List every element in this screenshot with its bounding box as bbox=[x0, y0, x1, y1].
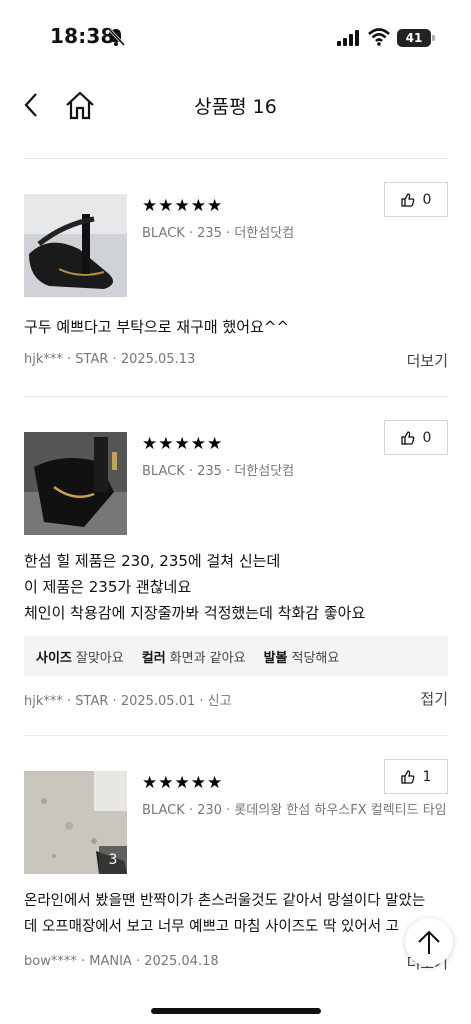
like-count: 0 bbox=[422, 191, 432, 208]
reviewer-grade: STAR bbox=[75, 694, 109, 709]
status-bar: 18:38 41 bbox=[0, 0, 471, 72]
thumbs-up-icon bbox=[400, 769, 414, 784]
page-title: 상품평 16 bbox=[194, 96, 277, 118]
like-button[interactable]: 1 bbox=[384, 759, 448, 794]
thumbs-up-icon bbox=[400, 192, 414, 207]
review-text-line: 이 제품은 235가 괜찮네요 bbox=[24, 578, 192, 596]
review-text-line: 데 오프매장에서 보고 너무 예쁘고 마침 사이즈도 딱 있어서 고 bbox=[24, 919, 399, 935]
review-text-line: 체인이 착용감에 지장줄까봐 걱정했는데 착화감 좋아요 bbox=[24, 604, 366, 622]
wifi-icon bbox=[368, 28, 390, 46]
review-item: 3 ★★★★★ BLACK · 230 · 롯데의왕 한섬 하우스FX 컬렉티드… bbox=[24, 759, 448, 981]
review-photo[interactable] bbox=[24, 194, 127, 297]
review-footer: hjk*** · STAR · 2025.05.01 · 신고 접기 bbox=[24, 690, 448, 709]
review-text: 구두 예쁘다고 부탁으로 재구매 했어요^^ bbox=[24, 314, 289, 340]
reviewer-id: hjk*** bbox=[24, 352, 63, 367]
review-text-line: 온라인에서 봤을땐 반짝이가 촌스러울것도 같아서 망설이다 말았는 bbox=[24, 893, 426, 909]
like-count: 0 bbox=[422, 429, 432, 446]
reviewer-grade: MANIA bbox=[89, 954, 132, 969]
header-divider bbox=[24, 158, 448, 159]
review-divider bbox=[24, 735, 448, 736]
review-date: 2025.05.13 bbox=[120, 352, 196, 367]
review-option: BLACK · 235 · 더한섬닷컴 bbox=[142, 464, 295, 479]
rating-stars: ★★★★★ bbox=[142, 434, 224, 454]
page-header: 상품평 16 bbox=[0, 72, 471, 138]
reviewer-id: bow**** bbox=[24, 954, 77, 969]
status-time: 18:38 bbox=[50, 24, 115, 48]
bell-muted-icon bbox=[107, 27, 126, 47]
like-count: 1 bbox=[422, 768, 432, 785]
review-date: 2025.05.01 bbox=[120, 694, 196, 709]
like-button[interactable]: 0 bbox=[384, 420, 448, 455]
tag-size: 사이즈 잘맞아요 bbox=[36, 650, 124, 666]
battery-indicator: 41 bbox=[397, 29, 435, 47]
review-text-line: 한섬 힐 제품은 230, 235에 걸쳐 신는데 bbox=[24, 552, 281, 570]
tag-width: 발볼 적당해요 bbox=[263, 650, 340, 666]
home-indicator bbox=[151, 1008, 321, 1014]
review-option: BLACK · 230 · 롯데의왕 한섬 하우스FX 컬렉티드 타임 bbox=[142, 803, 447, 818]
scroll-to-top-button[interactable] bbox=[405, 918, 453, 966]
shoe-photo-image bbox=[24, 194, 127, 297]
review-photo[interactable] bbox=[24, 432, 127, 535]
rating-stars: ★★★★★ bbox=[142, 773, 224, 793]
review-option: BLACK · 235 · 더한섬닷컴 bbox=[142, 226, 295, 241]
review-item: ★★★★★ BLACK · 235 · 더한섬닷컴 0 구두 예쁘다고 부탁으로… bbox=[24, 182, 448, 374]
review-item: ★★★★★ BLACK · 235 · 더한섬닷컴 0 한섬 힐 제품은 230… bbox=[24, 420, 448, 712]
review-text-line: 구두 예쁘다고 부탁으로 재구매 했어요^^ bbox=[24, 318, 290, 336]
review-text: 한섬 힐 제품은 230, 235에 걸쳐 신는데 이 제품은 235가 괜찮네… bbox=[24, 548, 365, 626]
tag-color: 컬러 화면과 같아요 bbox=[141, 650, 246, 666]
signal-icon bbox=[337, 30, 359, 46]
review-attribute-tags: 사이즈 잘맞아요 컬러 화면과 같아요 발볼 적당해요 bbox=[24, 636, 448, 676]
more-button[interactable]: 더보기 bbox=[407, 350, 448, 371]
review-photo[interactable]: 3 bbox=[24, 771, 127, 874]
reviewer-grade: STAR bbox=[75, 352, 109, 367]
arrow-up-icon bbox=[418, 930, 440, 954]
review-footer: bow**** · MANIA · 2025.04.18 더보기 bbox=[24, 954, 448, 972]
review-date: 2025.04.18 bbox=[144, 954, 219, 969]
like-button[interactable]: 0 bbox=[384, 182, 448, 217]
collapse-button[interactable]: 접기 bbox=[420, 688, 448, 709]
thumbs-up-icon bbox=[400, 430, 414, 445]
photo-count-badge: 3 bbox=[99, 846, 127, 874]
review-text: 온라인에서 봤을땐 반짝이가 촌스러울것도 같아서 망설이다 말았는 데 오프매… bbox=[24, 888, 448, 940]
shoe-photo-image bbox=[24, 432, 127, 535]
review-footer: hjk*** · STAR · 2025.05.13 더보기 bbox=[24, 352, 448, 370]
reviewer-id: hjk*** bbox=[24, 694, 63, 709]
report-link[interactable]: 신고 bbox=[208, 694, 232, 709]
rating-stars: ★★★★★ bbox=[142, 196, 224, 216]
review-divider bbox=[24, 396, 448, 397]
